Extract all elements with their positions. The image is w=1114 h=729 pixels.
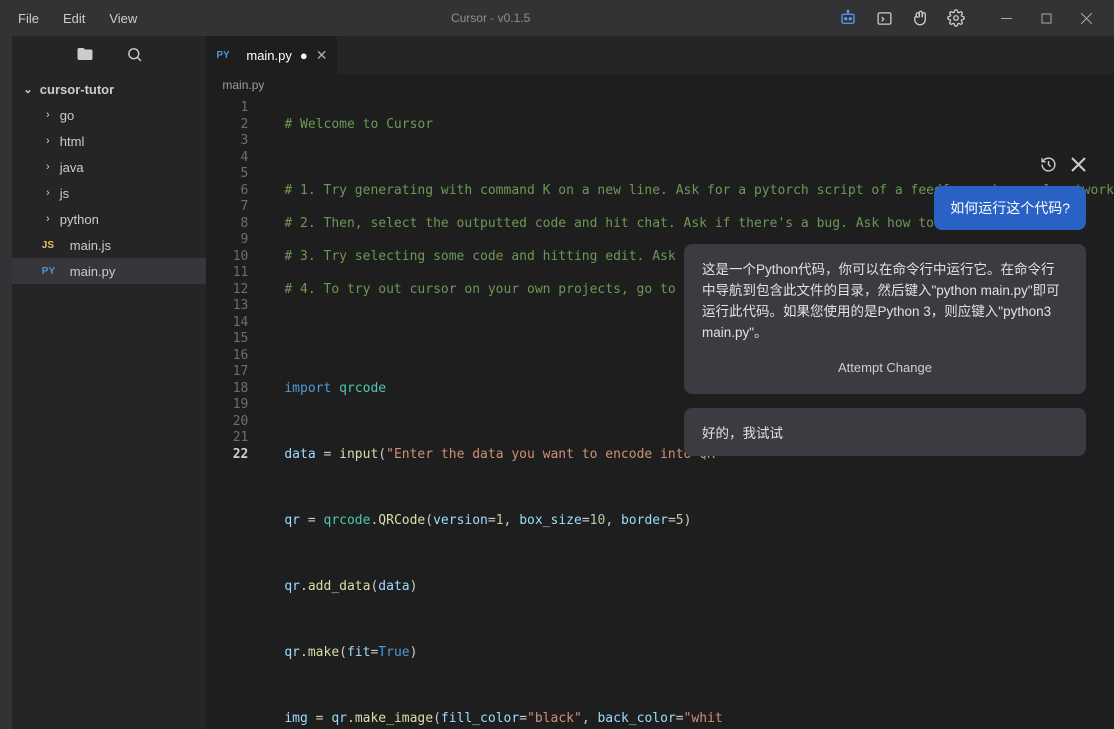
- tree-folder[interactable]: › java: [12, 154, 207, 180]
- close-icon[interactable]: ✕: [316, 47, 328, 64]
- ai-text: 这是一个Python代码，你可以在命令行中运行它。在命令行中导航到包含此文件的目…: [702, 260, 1068, 344]
- bot-icon[interactable]: [834, 4, 862, 32]
- tree-folder[interactable]: › go: [12, 102, 207, 128]
- tab-main-py[interactable]: PY main.py ● ✕: [206, 36, 337, 74]
- ai-message: 这是一个Python代码，你可以在命令行中运行它。在命令行中导航到包含此文件的目…: [684, 244, 1086, 394]
- tree-folder[interactable]: › js: [12, 180, 207, 206]
- chat-overlay: 如何运行这个代码? 这是一个Python代码，你可以在命令行中运行它。在命令行中…: [684, 156, 1086, 456]
- menu-view[interactable]: View: [99, 7, 147, 30]
- tree-root[interactable]: ⌄ cursor-tutor: [12, 76, 207, 102]
- folder-name: cursor-tutor: [40, 82, 114, 97]
- gear-icon[interactable]: [942, 4, 970, 32]
- folder-name: go: [60, 108, 74, 123]
- tree-file[interactable]: JS main.js: [12, 232, 207, 258]
- line-numbers: 12345678910111213141516171819202122: [206, 96, 266, 729]
- chevron-right-icon: ›: [42, 187, 54, 199]
- folder-name: python: [60, 212, 99, 227]
- py-file-icon: PY: [216, 50, 238, 61]
- folder-icon[interactable]: [76, 45, 94, 63]
- chevron-right-icon: ›: [42, 161, 54, 173]
- chevron-right-icon: ›: [42, 213, 54, 225]
- tree-folder[interactable]: › html: [12, 128, 207, 154]
- window-close[interactable]: [1066, 2, 1106, 34]
- file-name: main.js: [70, 238, 111, 253]
- terminal-icon[interactable]: [870, 4, 898, 32]
- close-icon[interactable]: [1071, 157, 1086, 172]
- js-file-icon: JS: [42, 240, 64, 251]
- folder-name: java: [60, 160, 84, 175]
- window-minimize[interactable]: [986, 2, 1026, 34]
- menu-file[interactable]: File: [8, 7, 49, 30]
- tree-file[interactable]: PY main.py: [12, 258, 207, 284]
- menu-bar: File Edit View: [8, 7, 147, 30]
- window-title: Cursor - v0.1.5: [147, 11, 834, 25]
- dirty-indicator: ●: [300, 48, 308, 63]
- chat-input[interactable]: 好的，我试试: [684, 408, 1086, 456]
- search-icon[interactable]: [126, 46, 143, 63]
- menu-edit[interactable]: Edit: [53, 7, 95, 30]
- file-tree: ⌄ cursor-tutor › go › html › java › js › pytho…: [12, 72, 207, 288]
- file-name: main.py: [70, 264, 116, 279]
- wave-icon[interactable]: [906, 4, 934, 32]
- activity-bar: [0, 36, 12, 729]
- title-bar: File Edit View Cursor - v0.1.5: [0, 0, 1114, 36]
- breadcrumb[interactable]: main.py: [206, 74, 1114, 96]
- tab-bar: PY main.py ● ✕: [206, 36, 1114, 74]
- py-file-icon: PY: [42, 266, 64, 277]
- chevron-right-icon: ›: [42, 109, 54, 121]
- folder-name: html: [60, 134, 85, 149]
- chevron-down-icon: ⌄: [22, 83, 34, 96]
- tree-folder[interactable]: › python: [12, 206, 207, 232]
- editor-area: PY main.py ● ✕ main.py 12345678910111213…: [206, 36, 1114, 729]
- tab-label: main.py: [246, 48, 292, 63]
- window-maximize[interactable]: [1026, 2, 1066, 34]
- chevron-right-icon: ›: [42, 135, 54, 147]
- history-icon[interactable]: [1040, 156, 1057, 173]
- user-message: 如何运行这个代码?: [934, 186, 1086, 230]
- attempt-change-button[interactable]: Attempt Change: [702, 358, 1068, 378]
- sidebar: ⌄ cursor-tutor › go › html › java › js › pytho…: [12, 36, 207, 729]
- folder-name: js: [60, 186, 69, 201]
